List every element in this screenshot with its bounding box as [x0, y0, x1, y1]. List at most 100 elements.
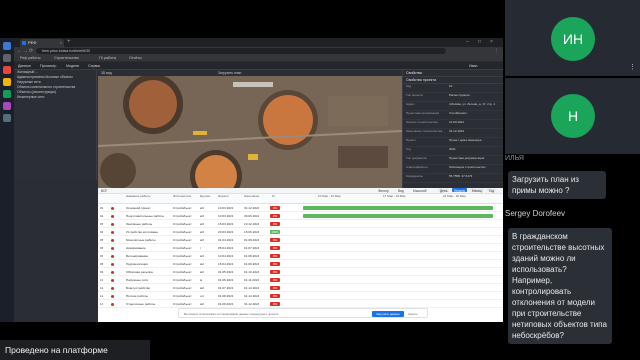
search-icon[interactable] — [3, 54, 11, 62]
cell-e: 01.12.2021 — [244, 286, 260, 290]
settings-icon[interactable] — [3, 114, 11, 122]
cell-e: 30.09.2022 — [244, 214, 260, 218]
gantt-row[interactable]: 09 Обратная засыпка Стройобъект м3 01.05.202… — [98, 268, 503, 276]
gantt-row[interactable]: 11 Благоустройство Стройобъект м2 01.07.2021… — [98, 284, 503, 292]
webinar-window: РЕФ × + – □ × ← → ⟳ tmm.ydoc.tunisa.ru/s… — [0, 0, 640, 360]
property-key: Классификатор — [406, 165, 428, 169]
reload-icon[interactable]: ⟳ — [29, 47, 33, 55]
folder-icon[interactable] — [3, 78, 11, 86]
zoom-week-button[interactable]: Неделя — [452, 188, 468, 193]
hide-banner-button[interactable]: Скрыть — [408, 309, 418, 319]
cell-u: м2 — [200, 302, 204, 306]
gantt-row[interactable]: 13 Отделочные работы Стройобъект м2 01.09.20… — [98, 300, 503, 308]
url-input[interactable]: tmm.ydoc.tunisa.ru/sheet/lt/30 — [36, 48, 446, 54]
gantt-row[interactable]: 06 Армирование Стройобъект т 05.04.2021 01.07… — [98, 244, 503, 252]
menu-view[interactable]: Просмотр — [40, 62, 56, 70]
zoom-month-button[interactable]: Месяц — [470, 188, 484, 193]
cell-who: Стройобъект — [173, 246, 192, 250]
property-key: Проектная организация — [406, 111, 440, 115]
construction-site-photo — [98, 74, 402, 188]
load-data-button[interactable]: Загрузить данные — [372, 311, 404, 317]
cell-u: м3 — [200, 222, 204, 226]
cell-who: Стройобъект — [173, 206, 192, 210]
user-name[interactable]: Иван — [469, 62, 477, 70]
new-tab-icon[interactable]: + — [67, 38, 71, 47]
browser-tab[interactable]: РЕФ × — [20, 39, 64, 47]
close-window-icon[interactable]: × — [490, 38, 493, 47]
status-dot-icon — [111, 222, 114, 226]
app-icon[interactable] — [3, 102, 11, 110]
cell-who: Стройобъект — [173, 262, 192, 266]
percent-badge: 0% — [270, 302, 280, 306]
start-icon[interactable] — [3, 42, 11, 50]
participant-avatar: ИН — [551, 17, 595, 61]
cell-s: 01.06.2021 — [218, 278, 234, 282]
cell-u: м3 — [200, 230, 204, 234]
cell-n: 05 — [100, 238, 104, 242]
bookmark-4[interactable]: Отчёты — [129, 55, 142, 62]
cell-name: Основной проект — [126, 206, 151, 210]
cell-u: шт — [200, 294, 204, 298]
browser-icon[interactable] — [3, 66, 11, 74]
gantt-panel: BCF Фильтр Вид Масштаб День Неделя Месяц… — [98, 188, 503, 322]
properties-panel: Свойства Свойства проекта Код 10 Тип прое… — [402, 70, 503, 188]
gantt-task-bar[interactable] — [303, 214, 493, 218]
menu-models[interactable]: Модели — [66, 62, 79, 70]
gantt-row[interactable]: 05 Монолитные работы Стройобъект м3 01.04.20… — [98, 236, 503, 244]
col-end[interactable]: Окончание — [244, 194, 259, 199]
bookmark-2[interactable]: Строительство — [54, 55, 79, 62]
viewer-label: 3D вид — [101, 71, 112, 75]
gantt-row[interactable]: 03 Земляные работы Стройобъект м3 15.03.2021… — [98, 220, 503, 228]
close-tab-icon[interactable]: × — [60, 39, 62, 47]
gantt-row[interactable]: 07 Бетонирование Стройобъект м3 10.04.2021 01… — [98, 252, 503, 260]
forward-icon[interactable]: → — [23, 47, 28, 55]
video-tile-1[interactable]: ИН ⋮ — [505, 0, 640, 76]
minimize-icon[interactable]: – — [466, 38, 469, 47]
col-start[interactable]: Начало — [218, 194, 228, 199]
photo-viewer[interactable]: 3D вид Загрузить план — [98, 70, 402, 188]
property-value: Проект дома инженера — [449, 138, 482, 142]
mail-icon[interactable] — [3, 90, 11, 98]
cell-name: Подготовительные работы — [126, 214, 165, 218]
menu-icon[interactable]: ⋮ — [494, 47, 499, 55]
status-dot-icon — [111, 286, 114, 290]
cell-s: 10.04.2021 — [218, 254, 234, 258]
zoom-year-button[interactable]: Год — [487, 188, 497, 193]
viewer-tool[interactable]: Загрузить план — [218, 70, 241, 76]
zoom-day-button[interactable]: День — [438, 188, 450, 193]
gantt-row[interactable]: 01 Основной проект Стройобъект м3 10.03.2021… — [98, 204, 503, 212]
property-key: Проект — [406, 138, 416, 142]
percent-badge: 0% — [270, 286, 280, 290]
timeline-month: 10 Мар - 16 Мар — [318, 194, 341, 198]
bookmark-3[interactable]: ГК работы — [99, 55, 116, 62]
gantt-header: Название работы Исполнитель Ед.изм. Нача… — [98, 194, 503, 204]
menu-service[interactable]: Сервис — [88, 62, 100, 70]
cell-u: м3 — [200, 270, 204, 274]
gantt-row[interactable]: 10 Наружные сети Стройобъект м 01.06.2021 01.… — [98, 276, 503, 284]
gantt-row[interactable]: 02 Подготовительные работы Стройобъект м3 10… — [98, 212, 503, 220]
gantt-row[interactable]: 08 Гидроизоляция Стройобъект м2 15.04.2021 01… — [98, 260, 503, 268]
cell-n: 04 — [100, 230, 104, 234]
video-tile-2[interactable]: Н — [505, 78, 640, 154]
shared-screen: РЕФ × + – □ × ← → ⟳ tmm.ydoc.tunisa.ru/s… — [0, 38, 503, 322]
percent-badge: 100% — [270, 230, 280, 234]
col-executor[interactable]: Исполнитель — [173, 194, 191, 199]
properties-title: Свойства — [403, 70, 503, 77]
col-unit[interactable]: Ед.изм. — [200, 194, 211, 199]
property-value: 55.7558, 37.6173 — [449, 174, 473, 178]
more-icon[interactable]: ⋮ — [629, 63, 636, 71]
back-icon[interactable]: ← — [17, 47, 22, 55]
menu-data[interactable]: Данные — [18, 62, 31, 70]
cell-e: 01.11.2021 — [244, 278, 260, 282]
property-key: Тип проекта — [406, 93, 423, 97]
maximize-icon[interactable]: □ — [478, 38, 481, 47]
gantt-row[interactable]: 12 Прочие работы Стройобъект шт 01.08.2021 31… — [98, 292, 503, 300]
gantt-row[interactable]: 04 Устройство котлована Стройобъект м3 20.03… — [98, 228, 503, 236]
property-row: Проектная организация Стройпроект — [403, 111, 503, 120]
gantt-task-bar[interactable] — [303, 206, 493, 210]
participant-avatar: Н — [551, 94, 595, 138]
col-name[interactable]: Название работы — [126, 194, 150, 199]
col-percent[interactable]: % — [272, 194, 275, 199]
tree-item[interactable]: Инженерные сети — [14, 95, 96, 100]
bookmark-1[interactable]: Реф работы — [20, 55, 40, 62]
